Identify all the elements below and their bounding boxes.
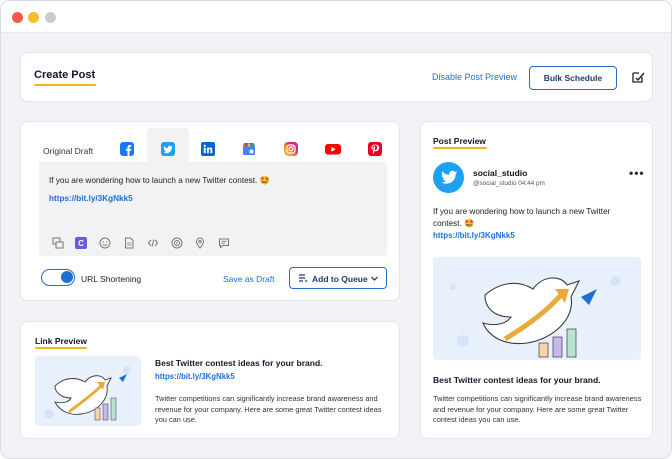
add-to-queue-label: Add to Queue	[312, 274, 368, 284]
url-shortening-label: URL Shortening	[81, 274, 142, 284]
pinterest-icon[interactable]	[368, 142, 382, 156]
post-preview-card: Post Preview social_studio @social_studi…	[420, 121, 653, 439]
toggle-knob	[61, 271, 73, 283]
svg-text:C: C	[78, 239, 84, 248]
more-options-icon[interactable]: •••	[629, 166, 645, 180]
disable-post-preview-link[interactable]: Disable Post Preview	[432, 72, 517, 82]
close-window-button[interactable]	[12, 12, 23, 23]
instagram-icon[interactable]	[284, 142, 298, 156]
post-preview-title: Post Preview	[433, 136, 486, 146]
post-editor: Original Draft If you are wondering how …	[20, 121, 400, 301]
link-preview-card: Link Preview Best Twitter contest ideas …	[20, 321, 400, 439]
avatar	[433, 162, 464, 193]
tab-original-draft[interactable]: Original Draft	[43, 146, 93, 156]
url-shortening-toggle[interactable]	[41, 269, 75, 286]
edit-icon[interactable]	[631, 70, 645, 84]
location-icon[interactable]	[194, 237, 206, 249]
bulk-schedule-button[interactable]: Bulk Schedule	[529, 66, 617, 90]
title-underline	[34, 84, 96, 86]
first-comment-icon[interactable]	[218, 237, 230, 249]
app-window: Create Post Disable Post Preview Bulk Sc…	[0, 0, 672, 459]
link-preview-image	[35, 356, 141, 426]
post-link[interactable]: https://bit.ly/3KgNkk5	[49, 194, 133, 203]
preview-description: Twitter competitions can significantly i…	[433, 394, 642, 425]
link-preview-underline	[35, 347, 87, 349]
post-preview-underline	[433, 147, 487, 149]
emoji-icon[interactable]	[99, 237, 111, 249]
page-title: Create Post	[34, 69, 96, 81]
link-preview-headline: Best Twitter contest ideas for your bran…	[155, 358, 323, 368]
twitter-bird-icon	[440, 170, 457, 184]
link-preview-description: Twitter competitions can significantly i…	[155, 394, 382, 425]
add-to-queue-button[interactable]: Add to Queue	[289, 267, 387, 289]
profile-handle-time: @social_studio 04:44 pm	[473, 180, 545, 187]
google-business-icon[interactable]	[242, 142, 256, 156]
file-icon[interactable]	[123, 237, 135, 249]
maximize-window-button[interactable]	[45, 12, 56, 23]
linkedin-icon[interactable]	[201, 142, 215, 156]
preview-post-text: If you are wondering how to launch a new…	[433, 207, 611, 229]
media-library-icon[interactable]	[52, 237, 64, 249]
preview-post-image	[433, 257, 641, 360]
link-preview-title: Link Preview	[35, 336, 87, 346]
compose-area[interactable]: If you are wondering how to launch a new…	[39, 162, 387, 256]
post-text[interactable]: If you are wondering how to launch a new…	[49, 176, 270, 186]
preview-post-link[interactable]: https://bit.ly/3KgNkk5	[433, 231, 515, 240]
minimize-window-button[interactable]	[28, 12, 39, 23]
canva-icon[interactable]: C	[75, 237, 87, 249]
chevron-down-icon	[371, 276, 378, 281]
link-preview-url[interactable]: https://bit.ly/3KgNkk5	[155, 372, 235, 381]
code-icon[interactable]	[147, 237, 159, 249]
profile-name: social_studio	[473, 168, 528, 178]
twitter-icon[interactable]	[161, 142, 175, 156]
queue-list-icon	[299, 274, 308, 283]
bulk-schedule-label: Bulk Schedule	[543, 73, 603, 83]
title-bar	[1, 1, 671, 33]
create-post-header: Create Post Disable Post Preview Bulk Sc…	[20, 52, 653, 102]
target-icon[interactable]	[171, 237, 183, 249]
youtube-icon[interactable]	[325, 142, 341, 156]
save-as-draft-link[interactable]: Save as Draft	[223, 274, 275, 284]
preview-headline: Best Twitter contest ideas for your bran…	[433, 375, 601, 385]
facebook-icon[interactable]	[120, 142, 134, 156]
